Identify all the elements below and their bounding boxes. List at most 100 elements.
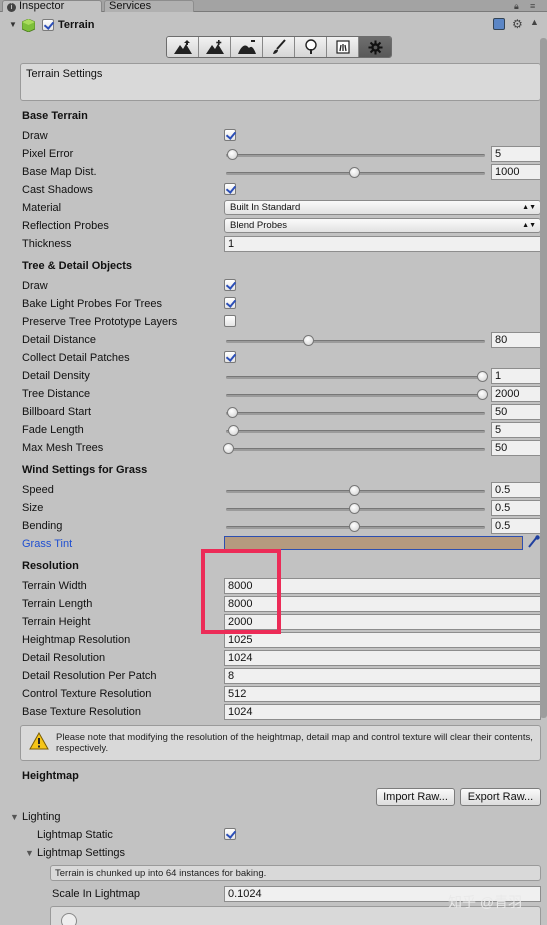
terrain-component-icon — [21, 18, 36, 33]
dropdown-arrows-icon: ▲▼ — [522, 222, 536, 229]
max-mesh-trees-slider-track[interactable] — [226, 448, 485, 451]
heightmap-resolution-label: Heightmap Resolution — [22, 634, 131, 646]
detail-density-slider-track[interactable] — [226, 376, 485, 379]
material-dropdown[interactable]: Built In Standard ▲▼ — [224, 200, 541, 215]
component-foldout-icon[interactable]: ▼ — [9, 20, 17, 29]
raise-terrain-tool[interactable] — [167, 37, 199, 57]
tab-inspector-label: Inspector — [19, 0, 65, 12]
paint-height-icon — [205, 40, 224, 54]
max-mesh-trees-label: Max Mesh Trees — [22, 442, 104, 454]
export-raw-button[interactable]: Export Raw... — [460, 788, 541, 806]
base-map-dist-field[interactable]: 1000 — [491, 164, 541, 180]
fade-length-field[interactable]: 5 — [491, 422, 541, 438]
detail-distance-field[interactable]: 80 — [491, 332, 541, 348]
import-raw-button[interactable]: Import Raw... — [376, 788, 455, 806]
chunk-note-text: Terrain is chunked up into 64 instances … — [55, 868, 267, 879]
pixel-error-slider-thumb[interactable] — [227, 149, 238, 160]
reflection-probes-dropdown-value: Blend Probes — [230, 220, 288, 231]
smooth-height-tool[interactable] — [231, 37, 263, 57]
detail-distance-slider-track[interactable] — [226, 340, 485, 343]
reflection-probes-dropdown[interactable]: Blend Probes ▲▼ — [224, 218, 541, 233]
help-book-icon[interactable] — [493, 18, 505, 30]
smooth-height-icon — [237, 40, 256, 54]
eyedropper-icon[interactable] — [526, 535, 540, 550]
wind-size-field[interactable]: 0.5 — [491, 500, 541, 516]
inspector-scrollbar[interactable] — [540, 38, 547, 718]
scale-in-lightmap-label: Scale In Lightmap — [52, 888, 141, 900]
section-tree-detail-objects: Tree & Detail Objects — [22, 260, 133, 272]
billboard-start-slider-thumb[interactable] — [227, 407, 238, 418]
draw-trees-checkbox[interactable] — [224, 279, 236, 291]
wind-speed-field[interactable]: 0.5 — [491, 482, 541, 498]
pixel-error-field[interactable]: 5 — [491, 146, 541, 162]
terrain-length-label: Terrain Length — [22, 598, 93, 610]
place-trees-tool[interactable] — [295, 37, 327, 57]
detail-density-slider-thumb[interactable] — [477, 371, 488, 382]
thickness-field[interactable]: 1 — [224, 236, 541, 252]
detail-resolution-field[interactable]: 1024 — [224, 650, 541, 666]
terrain-tool-toolbar — [166, 36, 392, 58]
wind-bending-field[interactable]: 0.5 — [491, 518, 541, 534]
tree-distance-slider-thumb[interactable] — [477, 389, 488, 400]
bake-light-probes-checkbox[interactable] — [224, 297, 236, 309]
material-dropdown-value: Built In Standard — [230, 202, 301, 213]
collect-detail-patches-checkbox[interactable] — [224, 351, 236, 363]
lightmap-settings-label[interactable]: Lightmap Settings — [37, 847, 125, 859]
fade-length-slider-track[interactable] — [226, 430, 485, 433]
fade-length-label: Fade Length — [22, 424, 84, 436]
draw-terrain-checkbox[interactable] — [224, 129, 236, 141]
lock-icon[interactable]: 🔒︎ — [514, 1, 519, 12]
tab-services-label: Services — [109, 0, 152, 12]
preserve-tree-layers-checkbox[interactable] — [224, 315, 236, 327]
lightmap-static-checkbox[interactable] — [224, 828, 236, 840]
chunk-note-box: Terrain is chunked up into 64 instances … — [50, 865, 541, 881]
section-base-terrain: Base Terrain — [22, 110, 88, 122]
wind-bending-slider-thumb[interactable] — [349, 521, 360, 532]
billboard-start-label: Billboard Start — [22, 406, 92, 418]
draw-label: Draw — [22, 130, 48, 142]
wind-speed-slider-thumb[interactable] — [349, 485, 360, 496]
detail-resolution-per-patch-field[interactable]: 8 — [224, 668, 541, 684]
detail-density-field[interactable]: 1 — [491, 368, 541, 384]
base-texture-resolution-label: Base Texture Resolution — [22, 706, 142, 718]
lighting-foldout-icon[interactable]: ▼ — [10, 812, 19, 822]
tree-distance-slider-track[interactable] — [226, 394, 485, 397]
component-settings-gear-icon[interactable]: ⚙ — [512, 17, 523, 31]
max-mesh-trees-slider-thumb[interactable] — [223, 443, 234, 454]
section-lighting[interactable]: Lighting — [22, 811, 61, 823]
tab-inspector[interactable]: i Inspector — [2, 0, 102, 12]
paint-texture-tool[interactable] — [263, 37, 295, 57]
paint-details-icon — [335, 40, 350, 54]
wind-size-slider-thumb[interactable] — [349, 503, 360, 514]
base-texture-resolution-field[interactable]: 1024 — [224, 704, 541, 720]
tab-services[interactable]: Services — [104, 0, 194, 12]
control-texture-resolution-field[interactable]: 512 — [224, 686, 541, 702]
tab-menu-icon[interactable]: ≡ — [530, 1, 535, 11]
grass-tint-color-swatch[interactable] — [224, 536, 523, 550]
component-enabled-checkbox[interactable] — [42, 19, 54, 31]
terrain-settings-tool[interactable] — [359, 37, 391, 57]
component-context-menu-icon[interactable]: ▲ — [530, 17, 539, 27]
resolution-warning-box: Please note that modifying the resolutio… — [20, 725, 541, 761]
info-icon — [61, 913, 77, 925]
lightmap-static-label: Lightmap Static — [37, 829, 113, 841]
max-mesh-trees-field[interactable]: 50 — [491, 440, 541, 456]
section-heightmap: Heightmap — [22, 770, 79, 782]
pixel-error-slider-track[interactable] — [226, 154, 485, 157]
billboard-start-slider-track[interactable] — [226, 412, 485, 415]
reflection-probes-label: Reflection Probes — [22, 220, 109, 232]
control-texture-resolution-label: Control Texture Resolution — [22, 688, 152, 700]
cast-shadows-checkbox[interactable] — [224, 183, 236, 195]
wind-bending-label: Bending — [22, 520, 63, 532]
paint-height-tool[interactable] — [199, 37, 231, 57]
paint-details-tool[interactable] — [327, 37, 359, 57]
detail-distance-slider-thumb[interactable] — [303, 335, 314, 346]
tree-distance-field[interactable]: 2000 — [491, 386, 541, 402]
info-icon: i — [7, 3, 16, 12]
lightmap-settings-foldout-icon[interactable]: ▼ — [25, 848, 34, 858]
billboard-start-field[interactable]: 50 — [491, 404, 541, 420]
heightmap-resolution-field[interactable]: 1025 — [224, 632, 541, 648]
base-map-dist-slider-thumb[interactable] — [349, 167, 360, 178]
cast-shadows-label: Cast Shadows — [22, 184, 93, 196]
fade-length-slider-thumb[interactable] — [228, 425, 239, 436]
